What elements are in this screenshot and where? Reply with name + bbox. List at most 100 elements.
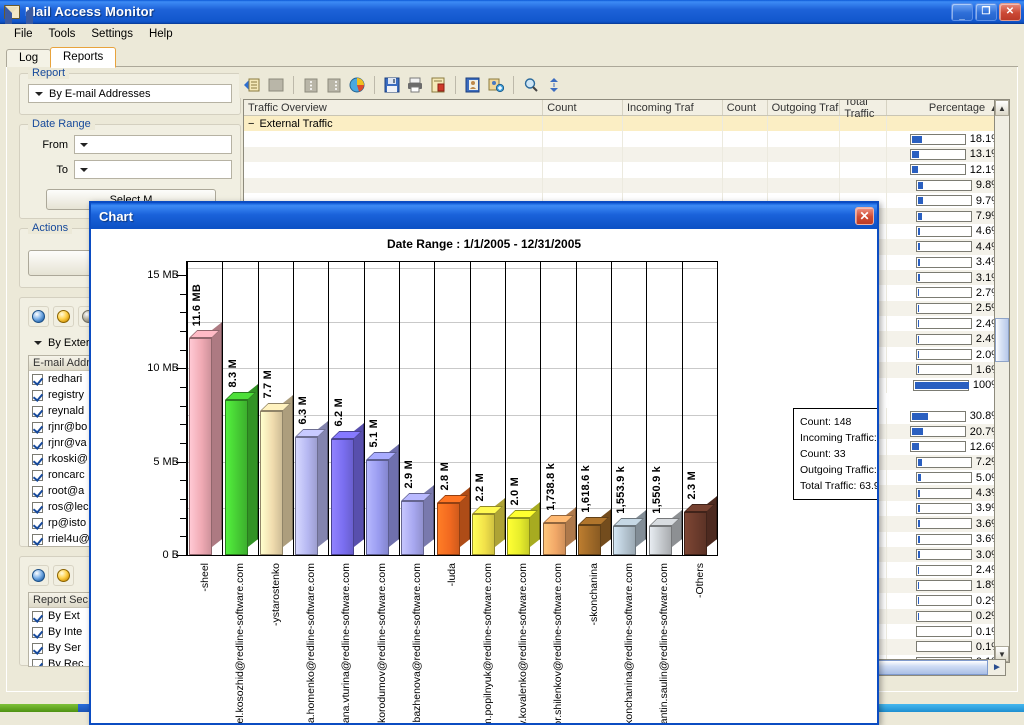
checkbox-checked-icon[interactable]: [32, 453, 43, 465]
chart-vertical-gridline: [540, 261, 541, 555]
tab-strip: Log Reports: [6, 47, 1018, 68]
chart-vertical-gridline: [682, 261, 683, 555]
percentage-cell: 1.6%: [887, 362, 1005, 377]
table-row[interactable]: 13.1%: [244, 146, 1005, 163]
table-row[interactable]: 18.1%: [244, 131, 1005, 147]
report-section-item-label: By Ser: [48, 642, 82, 654]
stop-icon[interactable]: [266, 75, 286, 95]
bar-side: [389, 444, 399, 547]
percentage-bar: [909, 133, 966, 145]
tab-log[interactable]: Log: [6, 49, 52, 67]
chart-bar: [684, 496, 717, 555]
bar-front: [260, 411, 283, 555]
checkbox-checked-icon[interactable]: [32, 405, 43, 417]
chart-category-label: -elena.homenko@redline-software.com: [305, 563, 317, 723]
chart-close-button[interactable]: ✕: [855, 207, 874, 225]
save-icon[interactable]: [382, 75, 402, 95]
add-user-icon[interactable]: [486, 75, 506, 95]
column-incoming-traffic[interactable]: Incoming Traf: [623, 100, 723, 115]
percentage-bar: [915, 595, 972, 607]
maximize-button[interactable]: ❐: [975, 2, 997, 21]
zoom-icon[interactable]: [521, 75, 541, 95]
rows-icon[interactable]: [324, 75, 344, 95]
checkbox-checked-icon[interactable]: [32, 610, 43, 622]
percentage-bar: [909, 164, 966, 176]
columns-icon[interactable]: [301, 75, 321, 95]
date-from-label: From: [42, 138, 68, 151]
checkbox-checked-icon[interactable]: [32, 389, 43, 401]
checkbox-checked-icon[interactable]: [32, 469, 43, 481]
percentage-cell: 0.1%: [887, 624, 1005, 639]
minimize-button[interactable]: _: [951, 2, 973, 21]
checkbox-checked-icon[interactable]: [32, 501, 43, 513]
table-cell: [543, 131, 623, 147]
menu-item-file[interactable]: File: [6, 26, 41, 42]
checkbox-checked-icon[interactable]: [32, 437, 43, 449]
column-count-in[interactable]: Count: [543, 100, 623, 115]
toolbar-separator: [513, 76, 514, 94]
percentage-cell: 7.2%: [887, 455, 1005, 470]
table-row[interactable]: 9.8%: [244, 177, 1005, 193]
menu-item-settings[interactable]: Settings: [83, 26, 141, 42]
percentage-bar: [909, 426, 966, 437]
bar-value-label: 6.3 M: [297, 396, 309, 425]
bar-side: [354, 423, 364, 547]
column-total-traffic[interactable]: Total Traffic: [840, 100, 888, 120]
checkbox-checked-icon[interactable]: [32, 373, 43, 385]
column-percentage[interactable]: Percentage ▲: [887, 100, 1005, 115]
scroll-thumb[interactable]: [995, 318, 1009, 362]
bar-front: [613, 526, 636, 555]
percentage-bar: [915, 518, 972, 530]
checkbox-checked-icon[interactable]: [32, 421, 43, 433]
checkbox-checked-icon[interactable]: [32, 517, 43, 529]
select-all-icon[interactable]: [28, 306, 49, 327]
column-traffic-overview[interactable]: Traffic Overview: [244, 100, 544, 115]
table-group-row[interactable]: − External Traffic: [244, 116, 1005, 132]
bar-value-label: 2.3 M: [686, 471, 698, 500]
pie-chart-icon[interactable]: [347, 75, 367, 95]
scroll-right-button[interactable]: ►: [989, 660, 1005, 675]
chart-bar: [613, 510, 646, 555]
toolbar-separator: [374, 76, 375, 94]
chart-category-label: -svetlana.konchanina@redline-software.co…: [623, 563, 635, 723]
contacts-icon[interactable]: [463, 75, 483, 95]
checkbox-checked-icon[interactable]: [32, 485, 43, 497]
window-controls: _ ❐ ✕: [951, 2, 1021, 21]
date-to-input[interactable]: [74, 160, 232, 179]
percentage-cell: 3.6%: [887, 532, 1005, 547]
select-none-icon[interactable]: [53, 306, 74, 327]
percentage-cell: 0.1%: [887, 639, 1005, 654]
sort-icon[interactable]: [544, 75, 564, 95]
chart-vertical-gridline: [611, 261, 612, 555]
chart-category-label: -sergey.kovalenko@redline-software.com: [517, 563, 529, 723]
bar-value-label: 7.7 M: [262, 370, 274, 399]
scroll-up-button[interactable]: ▲: [995, 100, 1009, 116]
sections-select-none-icon[interactable]: [53, 565, 74, 586]
report-type-dropdown[interactable]: By E-mail Addresses: [28, 84, 232, 103]
checkbox-checked-icon[interactable]: [32, 658, 43, 666]
date-from-input[interactable]: [74, 135, 232, 154]
status-right-segment: [876, 704, 1024, 712]
percentage-bar: [915, 579, 972, 591]
bar-value-label: 2.0 M: [509, 477, 521, 506]
column-outgoing-traffic[interactable]: Outgoing Traf: [768, 100, 841, 115]
tab-reports[interactable]: Reports: [50, 47, 117, 68]
print-icon[interactable]: [405, 75, 425, 95]
column-count-out[interactable]: Count: [723, 100, 768, 115]
table-vertical-scrollbar[interactable]: ▲ ▼: [994, 99, 1010, 663]
menu-item-tools[interactable]: Tools: [41, 26, 84, 42]
table-cell: [543, 177, 623, 193]
close-button[interactable]: ✕: [999, 2, 1021, 21]
sections-select-all-icon[interactable]: [28, 565, 49, 586]
export-icon[interactable]: [428, 75, 448, 95]
checkbox-checked-icon[interactable]: [32, 642, 43, 654]
table-cell: [723, 162, 768, 178]
menu-item-help[interactable]: Help: [141, 26, 181, 42]
table-row[interactable]: 12.1%: [244, 162, 1005, 178]
report-back-icon[interactable]: [243, 75, 263, 95]
collapse-icon[interactable]: −: [248, 118, 254, 130]
checkbox-checked-icon[interactable]: [32, 533, 43, 545]
percentage-cell: 9.7%: [887, 193, 1005, 208]
checkbox-checked-icon[interactable]: [32, 626, 43, 638]
percentage-bar: [915, 318, 972, 330]
